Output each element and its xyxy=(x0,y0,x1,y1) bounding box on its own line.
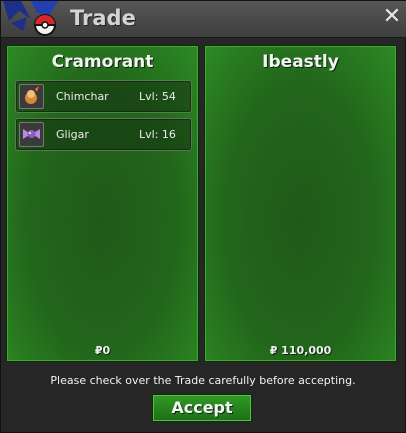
item-name: Chimchar xyxy=(56,90,109,103)
close-icon[interactable]: ✕ xyxy=(382,6,402,28)
item-name: Gligar xyxy=(56,128,89,141)
trade-warning-note: Please check over the Trade carefully be… xyxy=(50,374,356,387)
item-level: Lvl: 16 xyxy=(139,128,176,141)
chimchar-sprite-icon xyxy=(19,84,44,109)
trade-window: Trade ✕ Cramorant Chimchar Lvl: 54 Gliga… xyxy=(0,0,406,433)
titlebar[interactable]: Trade ✕ xyxy=(1,1,406,38)
trainer-name: Ibeastly xyxy=(262,52,339,72)
offer-panel-cramorant: Cramorant Chimchar Lvl: 54 Gligar Lvl: 1… xyxy=(6,45,199,362)
trade-item-gligar[interactable]: Gligar Lvl: 16 xyxy=(15,118,192,151)
offer-panel-ibeastly: Ibeastly ₽ 110,000 xyxy=(204,45,397,362)
trade-item-chimchar[interactable]: Chimchar Lvl: 54 xyxy=(15,80,192,113)
money-offer: ₽0 xyxy=(94,344,111,357)
item-level: Lvl: 54 xyxy=(139,90,176,103)
trainer-name: Cramorant xyxy=(51,52,154,72)
window-title: Trade xyxy=(70,6,136,30)
accept-button[interactable]: Accept xyxy=(152,394,252,422)
pokeball-logo-icon xyxy=(3,1,59,36)
gligar-sprite-icon xyxy=(19,122,44,147)
money-offer: ₽ 110,000 xyxy=(269,344,332,357)
